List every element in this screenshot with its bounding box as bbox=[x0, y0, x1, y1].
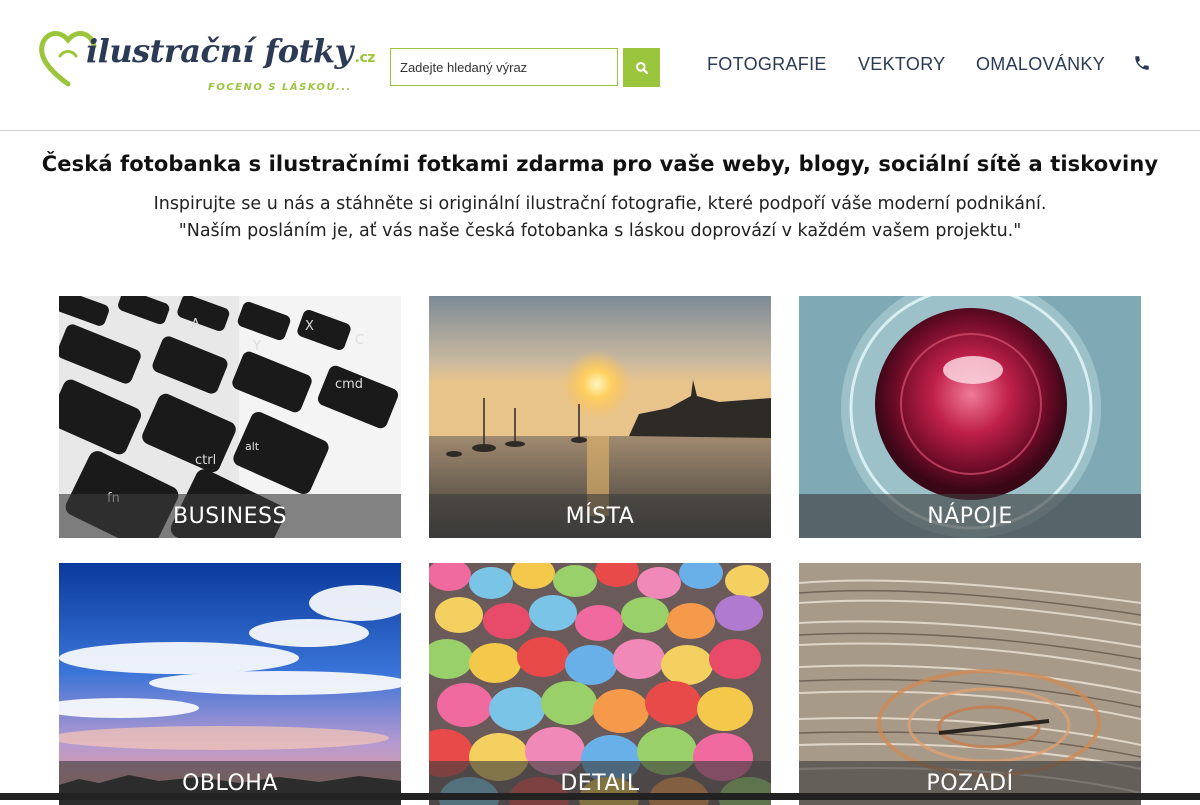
logo-tld: .cz bbox=[354, 50, 376, 66]
intro-text-1: Inspirujte se u nás a stáhněte si origin… bbox=[153, 194, 1047, 214]
category-tile-business[interactable]: AYXC cmdaltctrlfn BUSINESS bbox=[59, 296, 401, 538]
svg-text:A: A bbox=[191, 317, 200, 332]
site-logo[interactable]: ilustrační fotky .cz FOCENO S LÁSKOU... bbox=[38, 26, 375, 98]
category-label: BUSINESS bbox=[59, 494, 401, 538]
phone-icon bbox=[1135, 56, 1149, 70]
category-label: NÁPOJE bbox=[799, 494, 1141, 538]
svg-text:alt: alt bbox=[245, 440, 260, 453]
category-label: MÍSTA bbox=[429, 494, 771, 538]
nav-item-vektory[interactable]: VEKTORY bbox=[858, 52, 945, 76]
nav-item-fotografie[interactable]: FOTOGRAFIE bbox=[707, 52, 827, 76]
search-icon bbox=[635, 61, 648, 74]
intro-text-2: "Naším posláním je, ať vás naše česká fo… bbox=[178, 221, 1022, 241]
page-title: Česká fotobanka s ilustračními fotkami z… bbox=[41, 152, 1159, 176]
category-tile-detail[interactable]: DETAIL bbox=[429, 563, 771, 805]
category-tile-obloha[interactable]: OBLOHA bbox=[59, 563, 401, 805]
svg-text:C: C bbox=[355, 333, 364, 348]
logo-tagline: FOCENO S LÁSKOU... bbox=[208, 82, 352, 93]
category-tile-mista[interactable]: MÍSTA bbox=[429, 296, 771, 538]
category-tile-napoje[interactable]: NÁPOJE bbox=[799, 296, 1141, 538]
nav-item-omalovanky[interactable]: OMALOVÁNKY bbox=[976, 52, 1105, 76]
logo-wordmark: ilustrační fotky bbox=[86, 32, 353, 70]
bottom-bar bbox=[0, 793, 1200, 800]
svg-text:cmd: cmd bbox=[335, 377, 363, 392]
search-input[interactable] bbox=[390, 48, 618, 86]
category-tile-pozadi[interactable]: POZADÍ bbox=[799, 563, 1141, 805]
phone-link[interactable] bbox=[1133, 54, 1153, 74]
site-header: ilustrační fotky.cz FOCENO S LÁSKOU... F… bbox=[0, 0, 1200, 131]
svg-text:Y: Y bbox=[252, 339, 261, 354]
svg-text:X: X bbox=[305, 319, 314, 334]
svg-text:ctrl: ctrl bbox=[195, 453, 216, 468]
search-button[interactable] bbox=[623, 48, 660, 87]
